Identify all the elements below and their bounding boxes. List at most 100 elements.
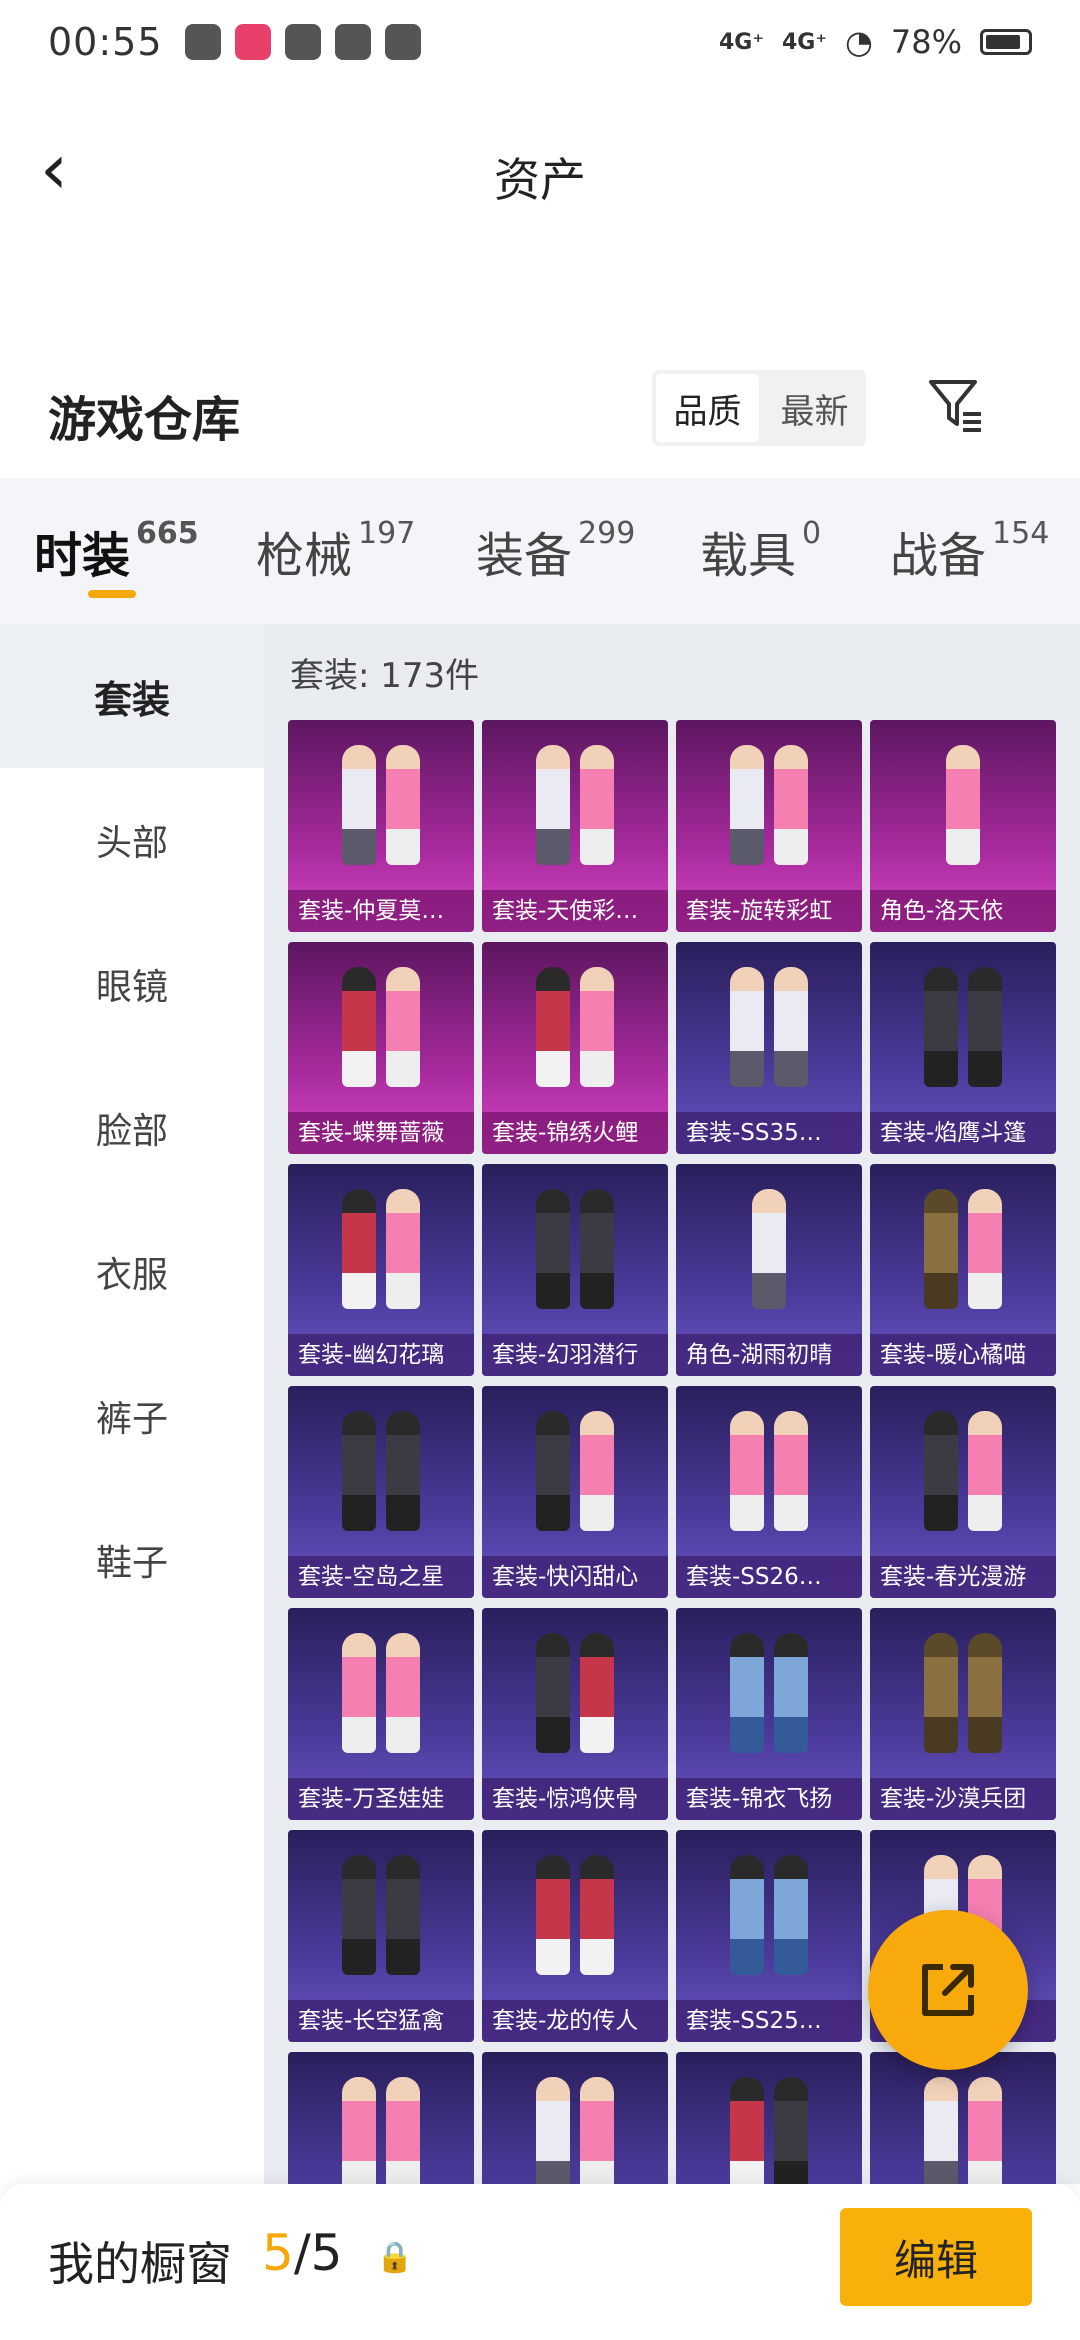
signal-icon-2: 4G⁺ (781, 29, 827, 55)
item-thumbnail (676, 2052, 862, 2184)
item-card[interactable] (676, 2052, 862, 2184)
item-thumbnail (482, 720, 668, 890)
item-card[interactable]: 套装-空岛之星 (288, 1386, 474, 1598)
item-card[interactable]: 套装-仲夏莫… (288, 720, 474, 932)
battery-percent: 78% (890, 23, 962, 61)
sidebar-item-face[interactable]: 脸部 (0, 1056, 264, 1200)
sidebar-item-suits[interactable]: 套装 (0, 624, 264, 768)
edit-button[interactable]: 编辑 (840, 2208, 1032, 2306)
tab-fashion[interactable]: 时装 665 (34, 516, 199, 586)
sort-quality-button[interactable]: 品质 (656, 374, 759, 442)
outfit-figure (386, 745, 420, 865)
tab-label: 载具 (700, 528, 797, 584)
outfit-figure (580, 1411, 614, 1531)
item-card[interactable]: 套装-沙漠兵团 (870, 1608, 1056, 1820)
showcase-count-current: 5 (262, 2224, 294, 2282)
showcase-label: 我的橱窗 (48, 2237, 232, 2291)
item-card[interactable]: 套装-暖心橘喵 (870, 1164, 1056, 1376)
sort-latest-button[interactable]: 最新 (763, 370, 866, 446)
outfit-figure (730, 967, 764, 1087)
outfit-figure (730, 745, 764, 865)
outfit-figure (386, 1855, 420, 1975)
sidebar-item-pants[interactable]: 裤子 (0, 1344, 264, 1488)
warehouse-title: 游戏仓库 (48, 392, 241, 448)
tab-equipment[interactable]: 装备 299 (476, 516, 635, 586)
sort-toggle[interactable]: 品质 最新 (652, 370, 866, 446)
item-thumbnail (676, 1608, 862, 1778)
category-tabs: 时装 665 枪械 197 装备 299 载具 0 战备 154 (0, 478, 1080, 624)
item-card[interactable]: 套装-快闪甜心 (482, 1386, 668, 1598)
item-card[interactable]: 套装-天使彩… (482, 720, 668, 932)
item-card[interactable]: 套装-旋转彩虹 (676, 720, 862, 932)
tab-supplies[interactable]: 战备 154 (890, 516, 1049, 586)
outfit-figure (536, 967, 570, 1087)
tab-count: 154 (992, 516, 1050, 551)
outfit-figure (968, 2077, 1002, 2184)
item-card[interactable]: 角色-湖雨初晴 (676, 1164, 862, 1376)
item-label: 套装-天使彩… (482, 890, 668, 932)
item-card[interactable]: 套装-SS35… (676, 942, 862, 1154)
item-thumbnail (870, 1164, 1056, 1334)
outfit-figure (342, 967, 376, 1087)
item-thumbnail (482, 942, 668, 1112)
item-card[interactable]: 套装-SS26… (676, 1386, 862, 1598)
outfit-figure (774, 1411, 808, 1531)
item-card[interactable]: 套装-焰鹰斗篷 (870, 942, 1056, 1154)
share-export-icon (922, 1964, 974, 2016)
outfit-figure (342, 2077, 376, 2184)
item-thumbnail (482, 1164, 668, 1334)
item-label: 套装-长空猛禽 (288, 2000, 474, 2042)
item-card[interactable]: 套装-幽幻花璃 (288, 1164, 474, 1376)
share-export-button[interactable] (868, 1910, 1028, 2070)
item-card[interactable]: 套装-春光漫游 (870, 1386, 1056, 1598)
item-card[interactable]: 套装-锦衣飞扬 (676, 1608, 862, 1820)
item-card[interactable]: 套装-SS25… (676, 1830, 862, 2042)
item-card[interactable]: 套装-惊鸿侠骨 (482, 1608, 668, 1820)
item-label: 套装-蝶舞蔷薇 (288, 1112, 474, 1154)
item-label: 套装-锦衣飞扬 (676, 1778, 862, 1820)
tab-label: 枪械 (256, 528, 353, 584)
tab-count: 665 (136, 516, 199, 551)
item-card[interactable]: 套装-万圣娃娃 (288, 1608, 474, 1820)
sidebar-item-head[interactable]: 头部 (0, 768, 264, 912)
outfit-figure (968, 1189, 1002, 1309)
outfit-figure (730, 1411, 764, 1531)
wifi-icon: ◔ (844, 23, 873, 61)
outfit-figure (536, 745, 570, 865)
leaf-icon (334, 24, 371, 60)
showcase-count-total: /5 (293, 2224, 343, 2282)
item-label: 套装-SS26… (676, 1556, 862, 1598)
item-card[interactable]: 套装-幻羽潜行 (482, 1164, 668, 1376)
item-label: 套装-旋转彩虹 (676, 890, 862, 932)
tab-guns[interactable]: 枪械 197 (256, 516, 415, 586)
outfit-figure (774, 967, 808, 1087)
outfit-figure (386, 1633, 420, 1753)
signal-icon-1: 4G⁺ (718, 29, 764, 55)
sidebar-item-glasses[interactable]: 眼镜 (0, 912, 264, 1056)
item-thumbnail (482, 1386, 668, 1556)
item-thumbnail (288, 720, 474, 890)
item-thumbnail (482, 2052, 668, 2184)
outfit-figure (536, 1189, 570, 1309)
tab-vehicles[interactable]: 载具 0 (700, 516, 821, 586)
item-label: 套装-仲夏莫… (288, 890, 474, 932)
item-card[interactable] (870, 2052, 1056, 2184)
outfit-figure (342, 745, 376, 865)
filter-icon[interactable] (920, 374, 990, 444)
item-card[interactable]: 角色-洛天依 (870, 720, 1056, 932)
item-card[interactable]: 套装-龙的传人 (482, 1830, 668, 2042)
item-thumbnail (676, 942, 862, 1112)
outfit-figure (730, 2077, 764, 2184)
lock-icon: 🔒 (376, 2240, 414, 2275)
outfit-figure (968, 967, 1002, 1087)
sidebar-item-clothes[interactable]: 衣服 (0, 1200, 264, 1344)
item-card[interactable] (288, 2052, 474, 2184)
outfit-figure (580, 2077, 614, 2184)
item-card[interactable]: 套装-锦绣火鲤 (482, 942, 668, 1154)
sidebar-item-shoes[interactable]: 鞋子 (0, 1488, 264, 1632)
item-label: 套装-龙的传人 (482, 2000, 668, 2042)
item-card[interactable]: 套装-蝶舞蔷薇 (288, 942, 474, 1154)
item-card[interactable]: 套装-长空猛禽 (288, 1830, 474, 2042)
item-card[interactable] (482, 2052, 668, 2184)
item-thumbnail (288, 942, 474, 1112)
